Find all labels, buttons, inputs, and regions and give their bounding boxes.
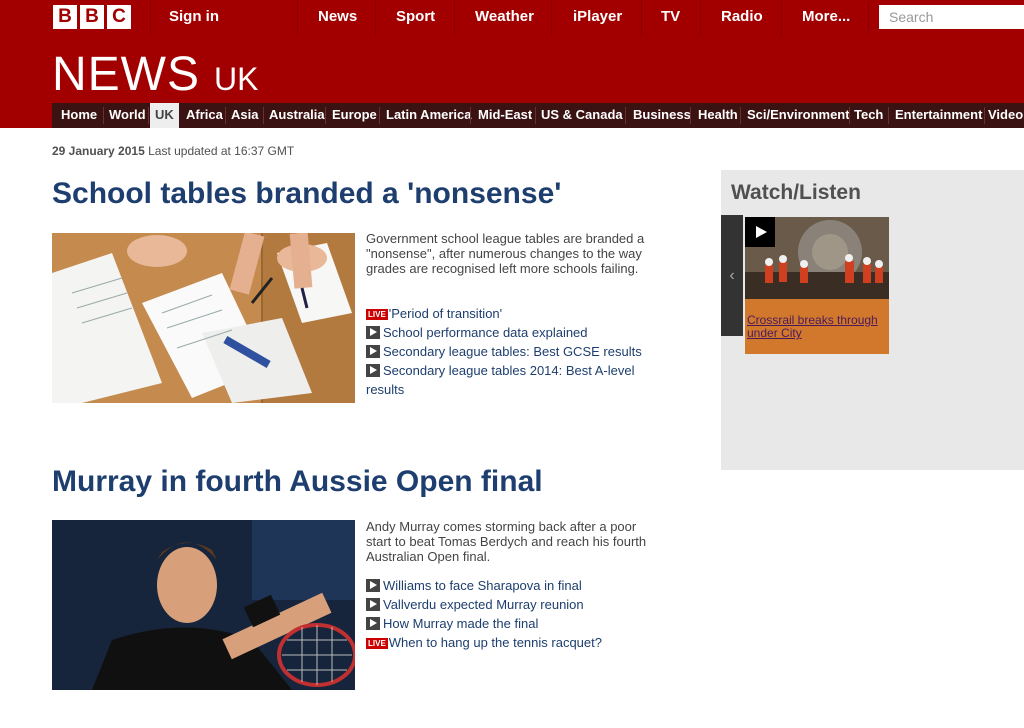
related-link[interactable]: LIVE When to hang up the tennis racquet? (366, 633, 656, 652)
watch-listen-title: Watch/Listen (731, 181, 861, 204)
section-mid-east[interactable]: Mid-East (473, 103, 537, 128)
news-title[interactable]: NEWS (52, 47, 200, 102)
watch-listen-panel: Watch/Listen ‹ Crossrail breaks through … (721, 170, 1024, 470)
divider (325, 107, 326, 124)
section-africa[interactable]: Africa (181, 103, 228, 128)
divider (740, 107, 741, 124)
nav-news[interactable]: News (318, 0, 357, 37)
play-icon[interactable] (745, 217, 775, 247)
related-link-text: 'Period of transition' (388, 306, 503, 321)
divider (150, 0, 151, 37)
nav-tv[interactable]: TV (661, 0, 680, 37)
divider (297, 0, 298, 37)
search-input[interactable] (879, 5, 1024, 29)
related-link-text: When to hang up the tennis racquet? (388, 635, 602, 650)
divider (868, 0, 869, 37)
divider (625, 107, 626, 124)
nav-more[interactable]: More... (802, 0, 850, 37)
section-europe[interactable]: Europe (327, 103, 382, 128)
story-summary: Andy Murray comes storming back after a … (366, 519, 647, 564)
story-summary: Government school league tables are bran… (366, 231, 645, 276)
divider (641, 0, 642, 37)
divider (888, 107, 889, 124)
divider (454, 0, 455, 37)
logo-letter-b1: B (53, 5, 77, 29)
play-icon (366, 364, 380, 377)
play-icon (366, 617, 380, 630)
nav-sport[interactable]: Sport (396, 0, 435, 37)
section-nav: Home World UK Africa Asia Australia Euro… (52, 103, 1024, 128)
play-icon (366, 598, 380, 611)
related-link[interactable]: School performance data explained (366, 323, 656, 342)
live-badge: LIVE (366, 638, 388, 649)
section-tech[interactable]: Tech (849, 103, 888, 128)
story-headline[interactable]: School tables branded a 'nonsense' (52, 177, 561, 211)
top-bar: B B C Sign in News Sport Weather iPlayer… (0, 0, 1024, 37)
section-world[interactable]: World (104, 103, 151, 128)
story-image-school[interactable] (52, 233, 355, 403)
region-title: UK (214, 61, 259, 97)
section-sci-environment[interactable]: Sci/Environment (742, 103, 855, 128)
divider (375, 0, 376, 37)
news-masthead: NEWS UK Home World UK Africa Asia Austra… (0, 37, 1024, 128)
divider (781, 0, 782, 37)
related-link[interactable]: Secondary league tables: Best GCSE resul… (366, 342, 656, 361)
related-link[interactable]: LIVE 'Period of transition' (366, 304, 656, 323)
related-link-text: How Murray made the final (383, 616, 539, 631)
section-entertainment[interactable]: Entertainment (890, 103, 987, 128)
live-badge: LIVE (366, 309, 388, 320)
related-link-text: Vallverdu expected Murray reunion (383, 597, 584, 612)
section-asia[interactable]: Asia (226, 103, 263, 128)
timestamp: 29 January 2015 Last updated at 16:37 GM… (52, 144, 294, 158)
related-links: Williams to face Sharapova in final Vall… (366, 576, 656, 652)
divider (551, 0, 552, 37)
section-video[interactable]: Video (983, 103, 1024, 128)
nav-iplayer[interactable]: iPlayer (573, 0, 622, 37)
logo-letter-b2: B (80, 5, 104, 29)
section-australia[interactable]: Australia (264, 103, 330, 128)
related-link-text: School performance data explained (383, 325, 588, 340)
carousel-prev-button[interactable]: ‹ (721, 215, 743, 336)
related-link-text: Williams to face Sharapova in final (383, 578, 582, 593)
play-icon (366, 345, 380, 358)
video-caption-link[interactable]: Crossrail breaks through under City (745, 299, 889, 354)
story-headline[interactable]: Murray in fourth Aussie Open final (52, 465, 543, 499)
related-link[interactable]: How Murray made the final (366, 614, 656, 633)
divider (690, 107, 691, 124)
sign-in-link[interactable]: Sign in (169, 0, 219, 37)
section-uk[interactable]: UK (150, 103, 179, 128)
related-link[interactable]: Williams to face Sharapova in final (366, 576, 656, 595)
related-link-text: Secondary league tables 2014: Best A-lev… (366, 363, 635, 397)
bbc-logo[interactable]: B B C (53, 5, 131, 29)
section-latin-america[interactable]: Latin America (381, 103, 477, 128)
play-icon (366, 326, 380, 339)
related-link[interactable]: Secondary league tables 2014: Best A-lev… (366, 361, 656, 399)
related-link-text: Secondary league tables: Best GCSE resul… (383, 344, 642, 359)
section-home[interactable]: Home (56, 103, 102, 128)
play-icon (366, 579, 380, 592)
section-health[interactable]: Health (693, 103, 743, 128)
nav-weather[interactable]: Weather (475, 0, 534, 37)
related-links: LIVE 'Period of transition' School perfor… (366, 304, 656, 399)
date-text: 29 January 2015 (52, 144, 145, 158)
video-thumbnail[interactable] (745, 217, 889, 299)
section-us-canada[interactable]: US & Canada (536, 103, 628, 128)
divider (700, 0, 701, 37)
divider (470, 107, 471, 124)
story-image-murray[interactable] (52, 520, 355, 690)
nav-radio[interactable]: Radio (721, 0, 763, 37)
section-business[interactable]: Business (628, 103, 696, 128)
updated-text: Last updated at 16:37 GMT (148, 144, 295, 158)
logo-letter-c: C (107, 5, 131, 29)
divider (148, 107, 149, 124)
divider (379, 107, 380, 124)
related-link[interactable]: Vallverdu expected Murray reunion (366, 595, 656, 614)
